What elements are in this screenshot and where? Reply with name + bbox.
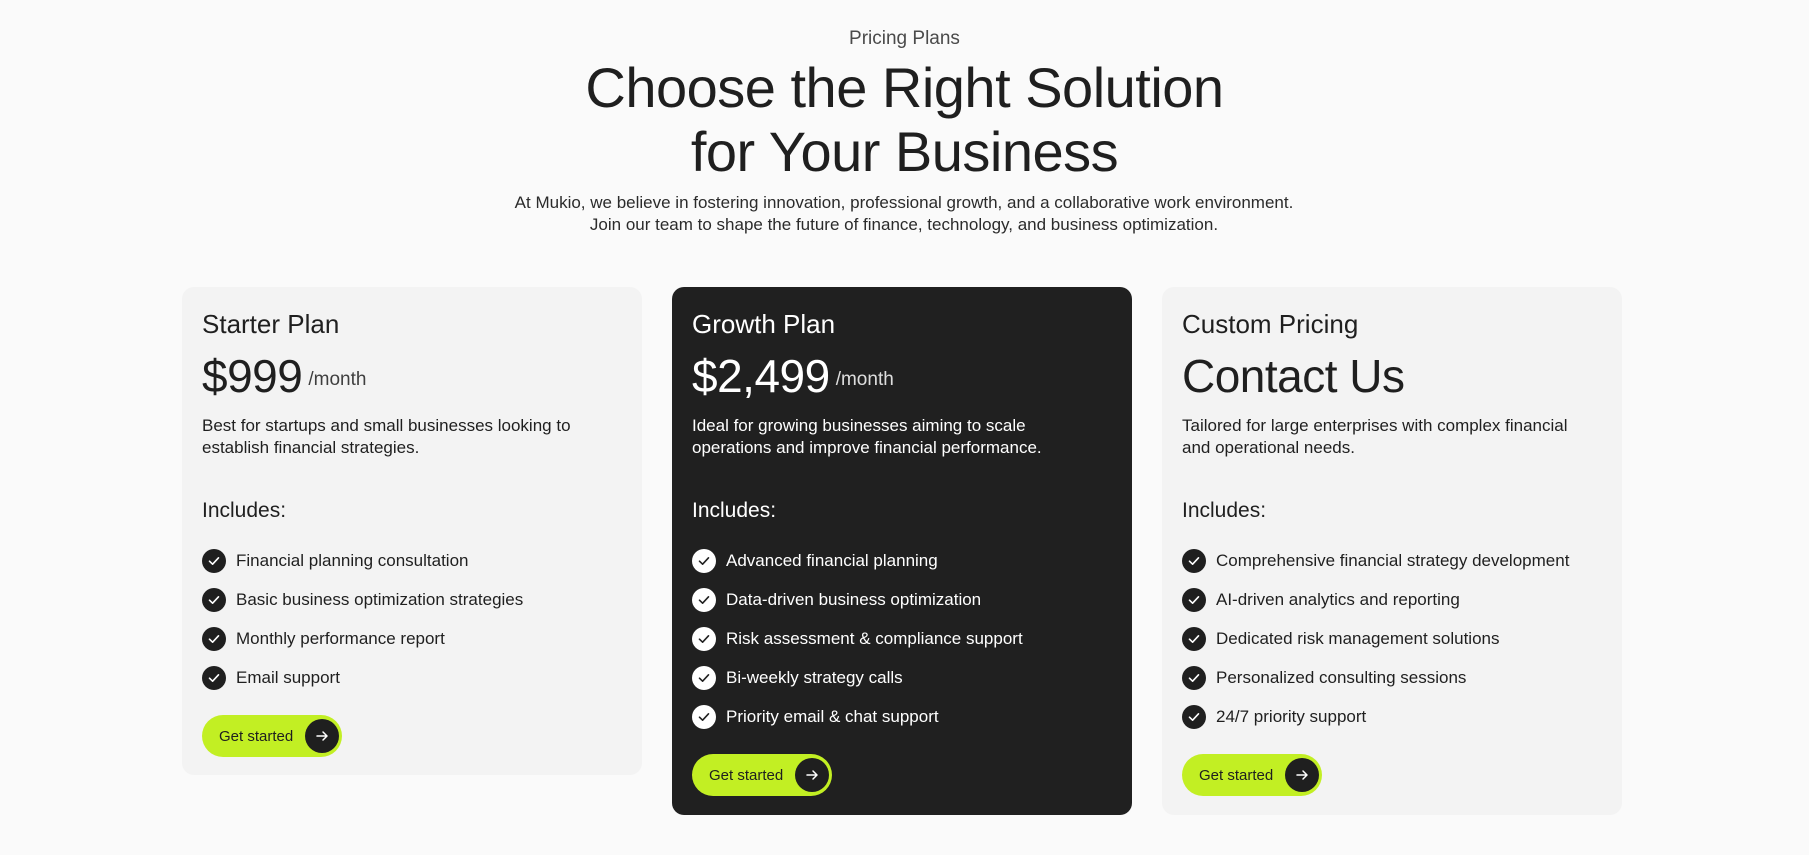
feature-item: Personalized consulting sessions bbox=[1182, 658, 1602, 697]
feature-label: Monthly performance report bbox=[236, 628, 445, 648]
feature-label: Financial planning consultation bbox=[236, 550, 469, 570]
feature-label: Dedicated risk management solutions bbox=[1216, 628, 1500, 648]
pricing-card-growth: Growth Plan $2,499 /month Ideal for grow… bbox=[672, 287, 1132, 815]
includes-heading: Includes: bbox=[692, 499, 777, 522]
section-eyebrow: Pricing Plans bbox=[849, 28, 960, 49]
check-circle-icon bbox=[202, 587, 226, 612]
feature-label: Comprehensive financial strategy develop… bbox=[1216, 550, 1570, 570]
feature-label: Basic business optimization strategies bbox=[236, 589, 524, 609]
plan-name: Starter Plan bbox=[202, 309, 340, 339]
feature-item: Monthly performance report bbox=[202, 619, 622, 658]
plan-period: /month bbox=[835, 369, 894, 390]
feature-label: Risk assessment & compliance support bbox=[726, 628, 1023, 648]
get-started-button[interactable]: Get started bbox=[1182, 754, 1323, 796]
check-circle-icon bbox=[692, 548, 716, 573]
feature-item: Priority email & chat support bbox=[692, 697, 1112, 736]
pricing-card-custom: Custom Pricing Contact Us Tailored for l… bbox=[1162, 287, 1622, 815]
arrow-right-icon bbox=[795, 758, 830, 792]
feature-label: Personalized consulting sessions bbox=[1216, 667, 1467, 687]
feature-label: Data-driven business optimization bbox=[726, 589, 982, 609]
check-circle-icon bbox=[692, 587, 716, 612]
feature-item: 24/7 priority support bbox=[1182, 697, 1602, 736]
get-started-label: Get started bbox=[219, 727, 294, 745]
feature-item: Financial planning consultation bbox=[202, 541, 622, 580]
get-started-button[interactable]: Get started bbox=[692, 754, 833, 796]
check-circle-icon bbox=[202, 665, 226, 690]
check-circle-icon bbox=[692, 626, 716, 651]
check-circle-icon bbox=[692, 704, 716, 729]
check-circle-icon bbox=[1182, 626, 1206, 651]
feature-item: Email support bbox=[202, 658, 622, 697]
check-circle-icon bbox=[692, 665, 716, 690]
feature-label: Advanced financial planning bbox=[726, 550, 938, 570]
price-row: Contact Us bbox=[1182, 353, 1602, 399]
feature-item: Bi-weekly strategy calls bbox=[692, 658, 1112, 697]
feature-list: Advanced financial planning Data-driven … bbox=[692, 541, 1112, 736]
check-circle-icon bbox=[202, 626, 226, 651]
get-started-button[interactable]: Get started bbox=[202, 715, 343, 757]
feature-label: Priority email & chat support bbox=[726, 706, 939, 726]
pricing-card-starter: Starter Plan $999 /month Best for startu… bbox=[182, 287, 642, 775]
feature-item: Data-driven business optimization bbox=[692, 580, 1112, 619]
includes-heading: Includes: bbox=[202, 499, 287, 522]
check-circle-icon bbox=[1182, 548, 1206, 573]
page-title-line-2: for Your Business bbox=[690, 120, 1119, 183]
feature-list: Financial planning consultation Basic bu… bbox=[202, 541, 622, 697]
feature-label: Bi-weekly strategy calls bbox=[726, 667, 903, 687]
plan-name: Custom Pricing bbox=[1182, 309, 1359, 339]
page-title-line-1: Choose the Right Solution bbox=[585, 56, 1224, 119]
get-started-label: Get started bbox=[1199, 766, 1274, 784]
plan-price: $999 bbox=[202, 350, 303, 402]
plan-price: Contact Us bbox=[1182, 350, 1405, 402]
check-circle-icon bbox=[202, 548, 226, 573]
feature-item: AI-driven analytics and reporting bbox=[1182, 580, 1602, 619]
arrow-right-icon bbox=[1285, 758, 1320, 792]
feature-item: Basic business optimization strategies bbox=[202, 580, 622, 619]
feature-label: AI-driven analytics and reporting bbox=[1216, 589, 1460, 609]
includes-heading: Includes: bbox=[1182, 499, 1267, 522]
feature-item: Advanced financial planning bbox=[692, 541, 1112, 580]
feature-item: Comprehensive financial strategy develop… bbox=[1182, 541, 1602, 580]
feature-item: Risk assessment & compliance support bbox=[692, 619, 1112, 658]
arrow-right-icon bbox=[305, 719, 340, 753]
check-circle-icon bbox=[1182, 587, 1206, 612]
plan-period: /month bbox=[308, 369, 367, 390]
get-started-label: Get started bbox=[709, 766, 784, 784]
price-row: $2,499 /month bbox=[692, 353, 1112, 399]
feature-label: Email support bbox=[236, 667, 340, 687]
section-subtitle: At Mukio, we believe in fostering innova… bbox=[514, 193, 1294, 234]
plan-description: Best for startups and small businesses l… bbox=[202, 416, 571, 457]
plan-name: Growth Plan bbox=[692, 309, 836, 339]
plan-description: Ideal for growing businesses aiming to s… bbox=[692, 416, 1042, 457]
feature-list: Comprehensive financial strategy develop… bbox=[1182, 541, 1602, 736]
plan-description: Tailored for large enterprises with comp… bbox=[1182, 416, 1568, 457]
check-circle-icon bbox=[1182, 704, 1206, 729]
feature-label: 24/7 priority support bbox=[1216, 706, 1367, 726]
check-circle-icon bbox=[1182, 665, 1206, 690]
page-title: Choose the Right Solution for Your Busin… bbox=[0, 56, 1809, 184]
price-row: $999 /month bbox=[202, 353, 622, 399]
plan-price: $2,499 bbox=[692, 350, 830, 402]
feature-item: Dedicated risk management solutions bbox=[1182, 619, 1602, 658]
